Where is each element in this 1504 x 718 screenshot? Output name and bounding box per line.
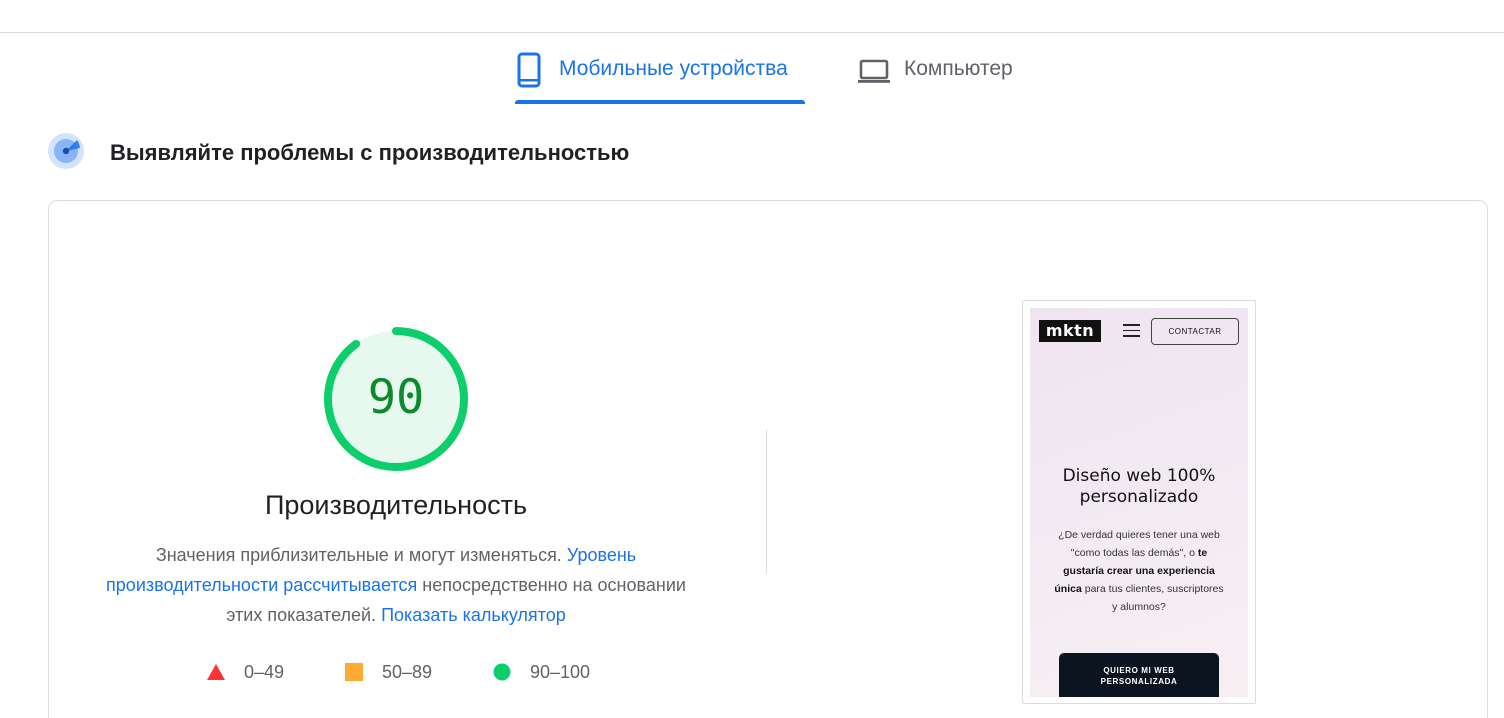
site-intro-text: ¿De verdad quieres tener una web "como t…: [1054, 526, 1224, 616]
performance-radar-icon: [47, 132, 85, 175]
legend-pass: 90–100: [492, 660, 590, 684]
legend-pass-range: 90–100: [530, 661, 591, 682]
performance-description: Значения приблизительные и могут изменят…: [96, 540, 696, 630]
red-triangle-icon: [207, 664, 225, 680]
active-tab-indicator: [515, 100, 805, 104]
contact-button: CONTACTAR: [1151, 318, 1239, 345]
tab-mobile-label: Мобильные устройства: [559, 57, 788, 80]
performance-title: Производительность: [264, 490, 528, 520]
green-circle-icon: [493, 663, 511, 681]
site-headline: Diseño web 100% personalizado: [1030, 466, 1248, 508]
description-text-1: Значения приблизительные и могут изменят…: [155, 545, 567, 565]
site-cta-button: QUIERO MI WEB PERSONALIZADA: [1059, 653, 1219, 697]
cta-line-2: PERSONALIZADA: [1100, 677, 1178, 686]
vertical-divider: [766, 430, 767, 574]
tab-desktop-label: Компьютер: [904, 57, 1013, 80]
cta-line-1: QUIERO MI WEB: [1103, 666, 1175, 675]
hamburger-menu-icon: [1123, 324, 1140, 338]
legend-average-range: 50–89: [382, 661, 433, 682]
section-title: Выявляйте проблемы с производительностью: [110, 140, 630, 165]
smartphone-icon: [515, 52, 543, 93]
legend-average: 50–89: [344, 660, 432, 684]
performance-score: 90: [367, 370, 425, 425]
tab-mobile[interactable]: Мобильные устройства: [515, 46, 805, 104]
orange-square-icon: [345, 663, 363, 681]
tab-desktop[interactable]: Компьютер: [856, 46, 1046, 104]
headline-line-2: personalizado: [1079, 487, 1199, 507]
calculator-link[interactable]: Показать калькулятор: [381, 605, 566, 625]
top-divider: [0, 32, 1504, 33]
headline-line-1: Diseño web 100%: [1062, 466, 1216, 486]
laptop-icon: [856, 52, 892, 93]
legend-fail-range: 0–49: [244, 661, 285, 682]
intro-part-2: para tus clientes, suscriptores y alumno…: [1081, 583, 1224, 613]
screenshot-content: mktn CONTACTAR Diseño web 100% personali…: [1030, 308, 1248, 697]
intro-part-1: ¿De verdad quieres tener una web "como t…: [1058, 529, 1220, 559]
page-screenshot-thumbnail: mktn CONTACTAR Diseño web 100% personali…: [1022, 300, 1256, 704]
legend-fail: 0–49: [206, 660, 284, 684]
performance-card: [48, 200, 1488, 718]
site-logo: mktn: [1039, 320, 1101, 342]
section-header: Выявляйте проблемы с производительностью: [47, 132, 630, 175]
